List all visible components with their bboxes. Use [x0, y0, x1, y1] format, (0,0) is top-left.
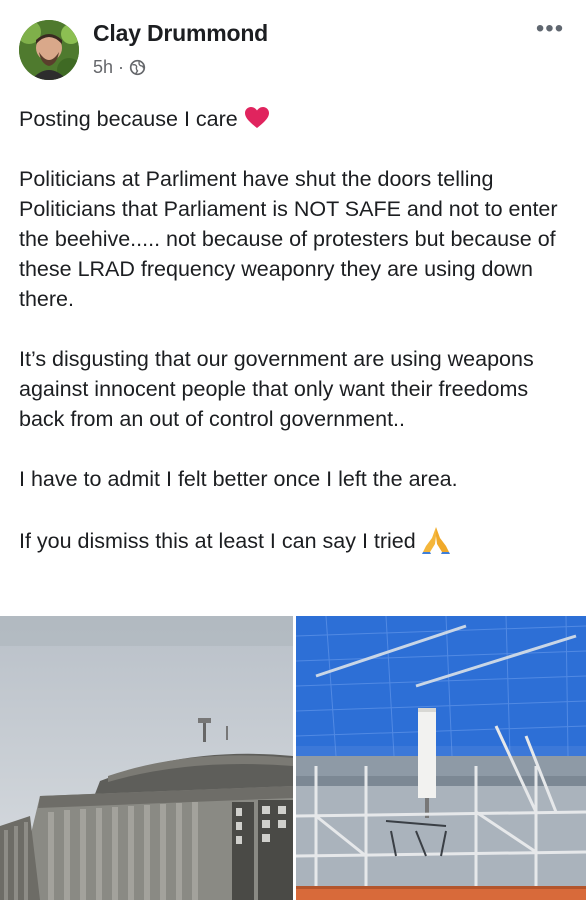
post-header: Clay Drummond 5h · ••• — [0, 0, 586, 90]
post-paragraph: Politicians at Parliment have shut the d… — [19, 167, 558, 311]
scaffolding-antenna-image — [296, 616, 586, 900]
post-paragraph: Posting because I care — [19, 104, 569, 134]
heart-emoji-icon — [244, 107, 269, 128]
profile-photo — [19, 20, 79, 80]
post-meta: 5h · — [93, 57, 146, 78]
post-time[interactable]: 5h — [93, 57, 113, 78]
post-text: Posting because I care Politicians at Pa… — [19, 104, 569, 586]
beehive-building-image — [0, 616, 293, 900]
author-name[interactable]: Clay Drummond — [93, 20, 268, 47]
meta-separator: · — [118, 57, 125, 77]
globe-icon[interactable] — [129, 59, 146, 76]
post-paragraph-text: If you dismiss this at least I can say I… — [19, 529, 416, 553]
post-photos — [0, 616, 586, 900]
post-paragraph: It’s disgusting that our government are … — [19, 347, 534, 431]
post-paragraph: I have to admit I felt better once I lef… — [19, 467, 458, 491]
photo-parliament-beehive[interactable] — [0, 616, 293, 900]
post-paragraph: If you dismiss this at least I can say I… — [19, 524, 569, 556]
more-options-button[interactable]: ••• — [530, 17, 570, 46]
post-paragraph-text: Posting because I care — [19, 107, 238, 131]
pray-emoji-icon — [421, 527, 450, 554]
photo-scaffolding-antenna[interactable] — [296, 616, 586, 900]
avatar[interactable] — [19, 20, 79, 80]
